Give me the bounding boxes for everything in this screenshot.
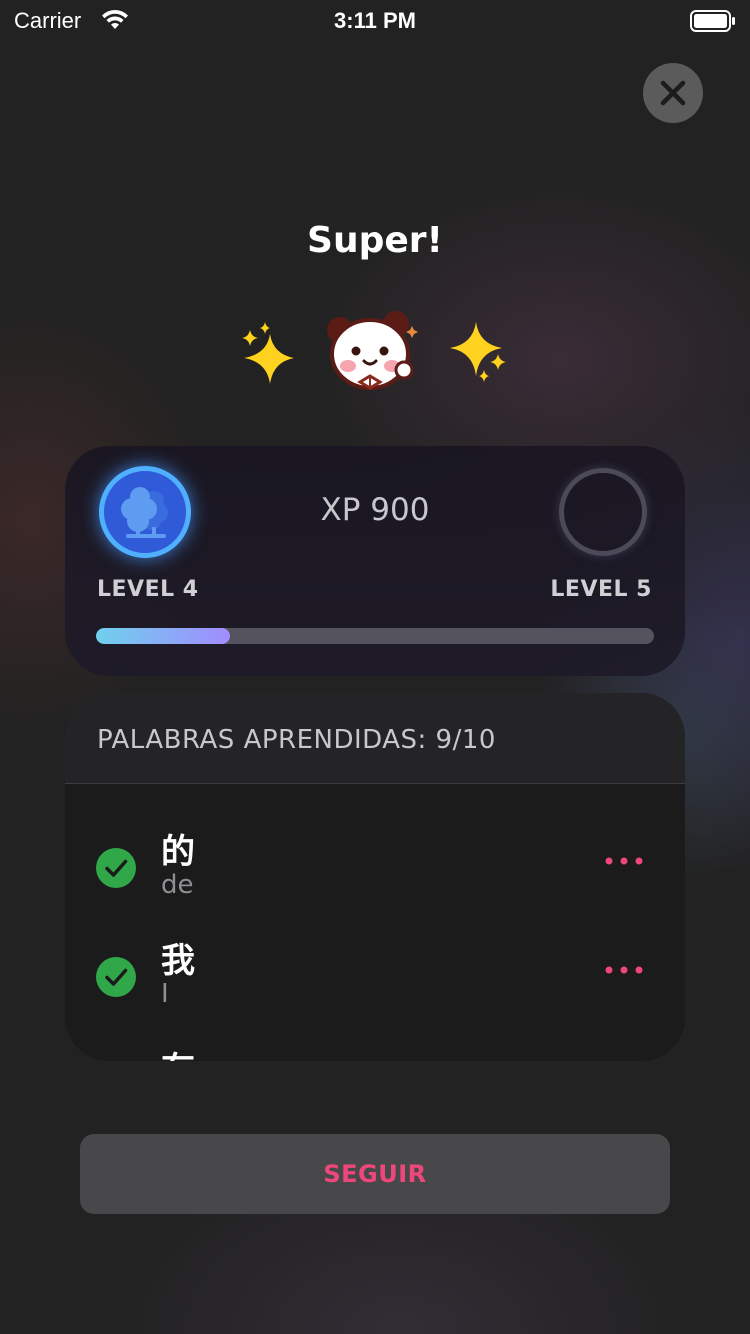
clock: 3:11 PM — [334, 8, 416, 33]
check-icon — [96, 848, 136, 888]
panda-icon — [327, 311, 418, 390]
check-icon — [96, 957, 136, 997]
xp-progress-fill — [96, 628, 230, 644]
page-title: Super! — [307, 220, 443, 261]
word-row: 的 de — [65, 808, 685, 916]
continue-button[interactable]: SEGUIR — [80, 1134, 670, 1214]
xp-progress-bar — [96, 628, 654, 644]
word-hanzi: 有 — [161, 1042, 195, 1061]
sparkle-left-icon — [242, 322, 294, 384]
next-level-badge — [559, 468, 647, 556]
close-button[interactable] — [643, 63, 703, 123]
word-row: 有 — [65, 1026, 685, 1061]
more-options-icon[interactable] — [605, 856, 645, 866]
learned-words-card: PALABRAS APRENDIDAS: 9/10 的 de 我 I — [65, 693, 685, 1061]
battery-icon — [690, 10, 735, 32]
word-hanzi: 的 — [161, 832, 195, 872]
level-progress-card: XP 900 LEVEL 4 LEVEL 5 — [65, 446, 685, 676]
next-level-label: LEVEL 5 — [550, 577, 652, 602]
word-row: 我 I — [65, 917, 685, 1025]
word-hanzi: 我 — [161, 941, 195, 981]
status-bar: Carrier 3:11 PM — [0, 0, 750, 40]
word-meaning: I — [161, 979, 169, 1009]
more-options-icon[interactable] — [605, 965, 645, 975]
word-meaning: de — [161, 870, 194, 900]
celebration-illustration — [236, 306, 516, 396]
sparkle-right-icon — [450, 322, 506, 382]
learned-words-title: PALABRAS APRENDIDAS: 9/10 — [97, 725, 496, 755]
current-level-label: LEVEL 4 — [97, 577, 199, 602]
learned-words-header: PALABRAS APRENDIDAS: 9/10 — [65, 693, 685, 784]
close-icon — [660, 80, 686, 106]
